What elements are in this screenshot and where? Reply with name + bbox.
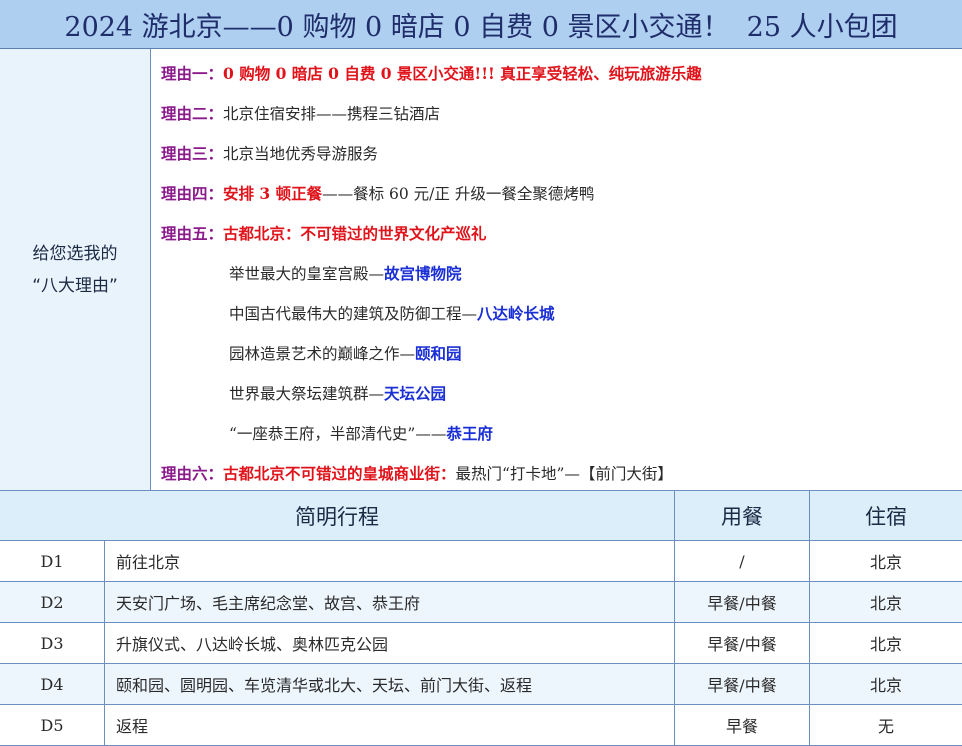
table-row: D5 返程 早餐 无 (0, 705, 962, 746)
table-row: D1 前往北京 / 北京 (0, 541, 962, 582)
reason-text: 园林造景艺术的巅峰之作— (229, 345, 416, 363)
table-row: D3 升旗仪式、八达岭长城、奥林匹克公园 早餐/中餐 北京 (0, 623, 962, 664)
page-title: 2024 游北京——0 购物 0 暗店 0 自费 0 景区小交通！ 25 人小包… (64, 11, 898, 43)
reason-line: 举世最大的皇室宫殿—故宫博物院 (229, 260, 462, 288)
title-banner: 2024 游北京——0 购物 0 暗店 0 自费 0 景区小交通！ 25 人小包… (0, 0, 962, 49)
stay-cell: 北京 (869, 676, 902, 695)
reason-text: 安排 3 顿正餐 (223, 184, 323, 203)
reason-text: 最热门“打卡地”—【前门大街】 (455, 465, 673, 483)
reason-text: ——餐标 60 元/正 升级一餐全聚德烤鸭 (322, 185, 595, 203)
reason-text: 故宫博物院 (384, 264, 462, 283)
reason-line: 理由四：安排 3 顿正餐——餐标 60 元/正 升级一餐全聚德烤鸭 (161, 180, 594, 208)
stay-cell: 北京 (869, 553, 902, 572)
stay-cell: 北京 (869, 635, 902, 654)
stay-cell: 无 (877, 717, 894, 736)
reason-line: 理由六：古都北京不可错过的皇城商业街：最热门“打卡地”—【前门大街】 (161, 460, 673, 488)
route-cell: 前往北京 (105, 541, 675, 581)
reason-text: 古都北京：不可错过的世界文化产巡礼 (223, 224, 487, 243)
day-cell: D5 (0, 705, 105, 745)
reason-label: 理由四： (161, 184, 224, 203)
reason-text: 世界最大祭坛建筑群— (229, 385, 385, 403)
reason-text: 八达岭长城 (477, 304, 555, 323)
reason-label: 理由一： (161, 64, 224, 83)
reason-line: 理由一：0 购物 0 暗店 0 自费 0 景区小交通!!! 真正享受轻松、纯玩旅… (161, 60, 702, 88)
reason-label: 理由二： (161, 104, 224, 123)
day-cell: D3 (0, 623, 105, 663)
reason-line: 中国古代最伟大的建筑及防御工程—八达岭长城 (229, 300, 555, 328)
day-cell: D1 (0, 541, 105, 581)
itinerary-header: 简明行程 用餐 住宿 (0, 491, 962, 541)
reason-label: 理由三： (161, 144, 224, 163)
reason-line: 理由五：古都北京：不可错过的世界文化产巡礼 (161, 220, 487, 248)
reason-line: 理由二：北京住宿安排——携程三钻酒店 (161, 100, 440, 128)
header-route: 简明行程 (0, 491, 675, 540)
reason-text: 古都北京不可错过的皇城商业街： (223, 464, 456, 483)
meal-cell: 早餐 (675, 705, 810, 745)
meal-cell: 早餐/中餐 (675, 623, 810, 663)
reasons-heading-cell: 给您选我的 “八大理由” (0, 49, 151, 490)
reason-text: 天坛公园 (384, 384, 447, 403)
travel-flyer: 2024 游北京——0 购物 0 暗店 0 自费 0 景区小交通！ 25 人小包… (0, 0, 962, 746)
reason-text: 北京住宿安排——携程三钻酒店 (223, 105, 441, 123)
route-cell: 天安门广场、毛主席纪念堂、故宫、恭王府 (105, 582, 675, 622)
meal-cell: 早餐/中餐 (675, 582, 810, 622)
route-cell: 颐和园、圆明园、车览清华或北大、天坛、前门大街、返程 (105, 664, 675, 704)
meal-cell: / (675, 541, 810, 581)
reason-line: 理由三：北京当地优秀导游服务 (161, 140, 378, 168)
reason-label: 理由六： (161, 464, 224, 483)
reason-text: “一座恭王府，半部清代史”—— (229, 425, 447, 443)
route-cell: 升旗仪式、八达岭长城、奥林匹克公园 (105, 623, 675, 663)
meal-cell: 早餐/中餐 (675, 664, 810, 704)
reason-text: 颐和园 (415, 344, 462, 363)
stay-cell: 北京 (869, 594, 902, 613)
reason-text: 北京当地优秀导游服务 (223, 145, 379, 163)
route-cell: 返程 (105, 705, 675, 745)
table-row: D4 颐和园、圆明园、车览清华或北大、天坛、前门大街、返程 早餐/中餐 北京 (0, 664, 962, 705)
reason-line: 园林造景艺术的巅峰之作—颐和园 (229, 340, 462, 368)
reason-line: “一座恭王府，半部清代史”——恭王府 (229, 420, 493, 448)
reason-text: 恭王府 (446, 424, 493, 443)
header-stay: 住宿 (865, 504, 907, 529)
header-meal: 用餐 (675, 491, 810, 540)
reason-line: 世界最大祭坛建筑群—天坛公园 (229, 380, 446, 408)
day-cell: D4 (0, 664, 105, 704)
reasons-heading-line1: 给您选我的 (32, 243, 118, 264)
reasons-heading-line2: “八大理由” (32, 275, 118, 296)
reasons-section: 给您选我的 “八大理由” 理由一：0 购物 0 暗店 0 自费 0 景区小交通!… (0, 49, 962, 491)
itinerary-table: 简明行程 用餐 住宿 D1 前往北京 / 北京 D2 天安门广场、毛主席纪念堂、故宫、恭王… (0, 491, 962, 746)
table-row: D2 天安门广场、毛主席纪念堂、故宫、恭王府 早餐/中餐 北京 (0, 582, 962, 623)
reason-label: 理由五： (161, 224, 224, 243)
reason-text: 0 购物 0 暗店 0 自费 0 景区小交通!!! 真正享受轻松、纯玩旅游乐趣 (223, 64, 702, 83)
reason-text: 举世最大的皇室宫殿— (229, 265, 385, 283)
day-cell: D2 (0, 582, 105, 622)
reasons-list: 理由一：0 购物 0 暗店 0 自费 0 景区小交通!!! 真正享受轻松、纯玩旅… (151, 49, 962, 490)
reason-text: 中国古代最伟大的建筑及防御工程— (229, 305, 478, 323)
